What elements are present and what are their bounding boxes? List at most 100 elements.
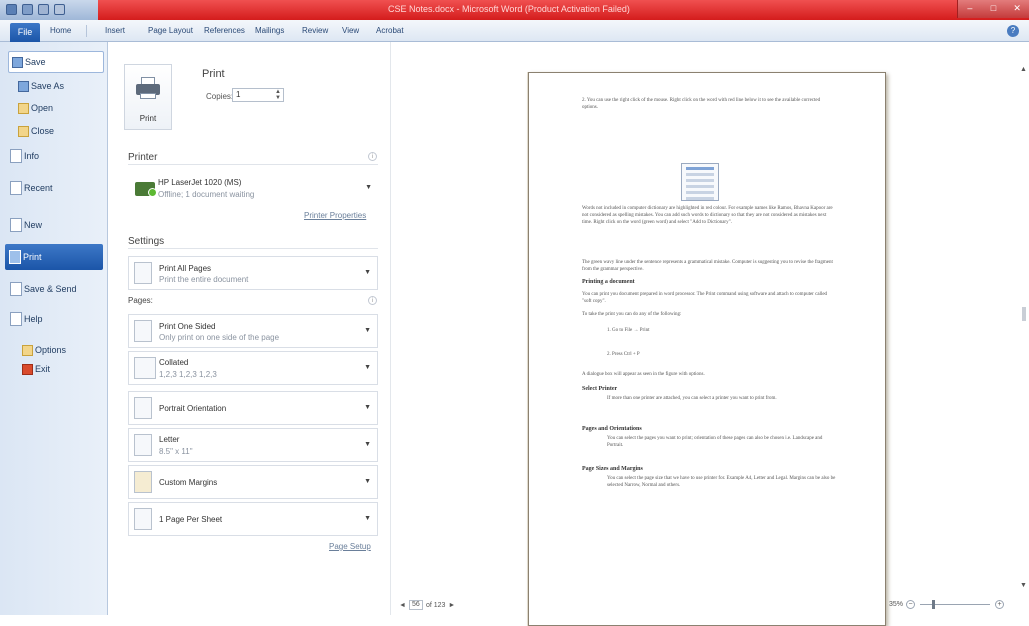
nav-exit-label: Exit <box>35 364 51 374</box>
exit-icon <box>22 363 33 375</box>
tab-acrobat[interactable]: Acrobat <box>376 26 404 35</box>
nav-save-as-label: Save As <box>31 81 65 91</box>
tab-references[interactable]: References <box>204 26 245 35</box>
print-range-dropdown[interactable]: Print All Pages Print the entire documen… <box>128 256 378 290</box>
zoom-in-icon[interactable]: + <box>995 600 1005 609</box>
tab-page-layout[interactable]: Page Layout <box>148 26 193 35</box>
chevron-down-icon: ▼ <box>364 269 371 276</box>
zoom-slider-thumb[interactable] <box>932 600 936 609</box>
doc-list-item: 1. Go to File → Print <box>607 328 650 333</box>
nav-open-label: Open <box>31 103 54 113</box>
nav-print[interactable]: Print <box>5 244 103 270</box>
print-preview: 2. You can use the right click of the mo… <box>390 42 1029 626</box>
chevron-down-icon: ▼ <box>364 327 371 334</box>
nav-recent[interactable]: Recent <box>10 177 53 199</box>
nav-save-as[interactable]: Save As <box>18 75 64 97</box>
collation-dropdown[interactable]: Collated 1,2,3 1,2,3 1,2,3 ▼ <box>128 351 378 385</box>
title-bar: CSE Notes.docx - Microsoft Word (Product… <box>0 0 1029 20</box>
chevron-down-icon: ▼ <box>365 184 372 191</box>
print-page-icon <box>9 250 21 264</box>
pages-per-sheet-dropdown[interactable]: 1 Page Per Sheet ▼ <box>128 502 378 536</box>
close-folder-icon <box>18 125 29 137</box>
paper-size: Letter <box>159 435 180 444</box>
next-page-icon[interactable]: ► <box>448 602 455 609</box>
sides-dropdown[interactable]: Print One Sided Only print on one side o… <box>128 314 378 348</box>
margins-dropdown[interactable]: Custom Margins ▼ <box>128 465 378 499</box>
nav-exit[interactable]: Exit <box>22 358 50 380</box>
nav-close[interactable]: Close <box>18 120 54 142</box>
zoom-out-icon[interactable]: − <box>906 600 916 609</box>
pages-icon <box>134 262 152 284</box>
chevron-down-icon: ▼ <box>364 404 371 411</box>
previous-page-icon[interactable]: ◄ <box>399 602 406 609</box>
total-pages: of 123 <box>425 601 446 609</box>
spinner-arrows-icon[interactable]: ▲ ▼ <box>275 89 281 101</box>
page-navigator: ◄ 56 of 123 ► <box>399 600 455 610</box>
print-settings-pane: Print Print Copies: 1 ▲ ▼ Printer i HP La… <box>108 42 390 615</box>
copies-stepper[interactable]: 1 ▲ ▼ <box>232 88 284 102</box>
print-button-label: Print <box>139 114 157 123</box>
close-button[interactable]: ✕ <box>1005 0 1029 18</box>
save-quick-icon[interactable] <box>22 4 33 15</box>
nav-info[interactable]: Info <box>10 145 39 167</box>
printer-dropdown[interactable]: HP LaserJet 1020 (MS) Offline; 1 documen… <box>128 170 378 208</box>
tab-file[interactable]: File <box>10 23 40 42</box>
doc-heading: Select Printer <box>582 386 618 392</box>
divider <box>128 164 378 165</box>
tab-review[interactable]: Review <box>302 26 328 35</box>
maximize-button[interactable]: □ <box>982 0 1006 18</box>
printer-properties-link[interactable]: Printer Properties <box>304 211 366 220</box>
tab-home[interactable]: Home <box>50 26 71 35</box>
tab-view[interactable]: View <box>342 26 359 35</box>
nav-new-label: New <box>24 220 43 230</box>
printer-name: HP LaserJet 1020 (MS) <box>158 178 242 187</box>
doc-paragraph: Words not included in computer dictionar… <box>582 206 833 225</box>
scroll-thumb[interactable] <box>1022 307 1026 321</box>
nav-save[interactable]: Save <box>8 51 104 73</box>
orientation-dropdown[interactable]: Portrait Orientation ▼ <box>128 391 378 425</box>
vertical-scrollbar[interactable]: ▲ ▼ <box>1019 42 1029 615</box>
paper-size-icon <box>134 434 152 456</box>
settings-heading: Settings <box>128 236 165 247</box>
divider <box>128 248 378 249</box>
window-title: CSE Notes.docx - Microsoft Word (Product… <box>388 4 630 14</box>
print-title: Print <box>202 68 225 80</box>
scroll-down-icon[interactable]: ▼ <box>1020 582 1027 589</box>
info-page-icon <box>10 149 22 163</box>
zoom-level[interactable]: 35% <box>889 601 903 608</box>
minimize-button[interactable]: – <box>958 0 982 18</box>
paper-size-sub: 8.5" x 11" <box>159 447 193 456</box>
nav-help[interactable]: Help <box>10 308 43 330</box>
paper-size-dropdown[interactable]: Letter 8.5" x 11" ▼ <box>128 428 378 462</box>
save-icon <box>12 56 23 68</box>
custom-margins: Custom Margins <box>159 478 218 487</box>
doc-list-item: 2. Press Ctrl + P <box>607 352 640 357</box>
zoom-slider[interactable] <box>920 600 991 609</box>
doc-paragraph: 2. You can use the right click of the mo… <box>582 98 821 110</box>
printer-heading: Printer <box>128 152 158 163</box>
zoom-control: 35% − + <box>889 600 1007 609</box>
scroll-up-icon[interactable]: ▲ <box>1020 66 1027 73</box>
pages-label: Pages: <box>128 296 153 305</box>
nav-save-send[interactable]: Save & Send <box>10 278 77 300</box>
nav-open[interactable]: Open <box>18 97 53 119</box>
tab-insert[interactable]: Insert <box>105 26 125 35</box>
print-one-sided: Print One Sided <box>159 322 216 331</box>
page-number-input[interactable]: 56 <box>408 600 423 610</box>
undo-icon[interactable] <box>38 4 49 15</box>
doc-paragraph: You can select the page size that we hav… <box>607 476 836 488</box>
nav-print-label: Print <box>23 252 42 262</box>
doc-paragraph: A dialogue box will appear as seen in th… <box>582 372 705 377</box>
pages-info-icon[interactable]: i <box>368 296 377 305</box>
portrait-icon <box>134 397 152 419</box>
nav-new[interactable]: New <box>10 214 42 236</box>
doc-heading: Pages and Orientations <box>582 426 642 432</box>
printer-ready-icon <box>135 182 157 197</box>
tab-mailings[interactable]: Mailings <box>255 26 284 35</box>
redo-icon[interactable] <box>54 4 65 15</box>
help-icon[interactable]: ? <box>1007 25 1019 37</box>
page-setup-link[interactable]: Page Setup <box>329 542 371 551</box>
print-button[interactable]: Print <box>124 64 172 130</box>
ribbon-tab-row: File Home Insert Page Layout References … <box>0 20 1029 42</box>
printer-info-icon[interactable]: i <box>368 152 377 161</box>
